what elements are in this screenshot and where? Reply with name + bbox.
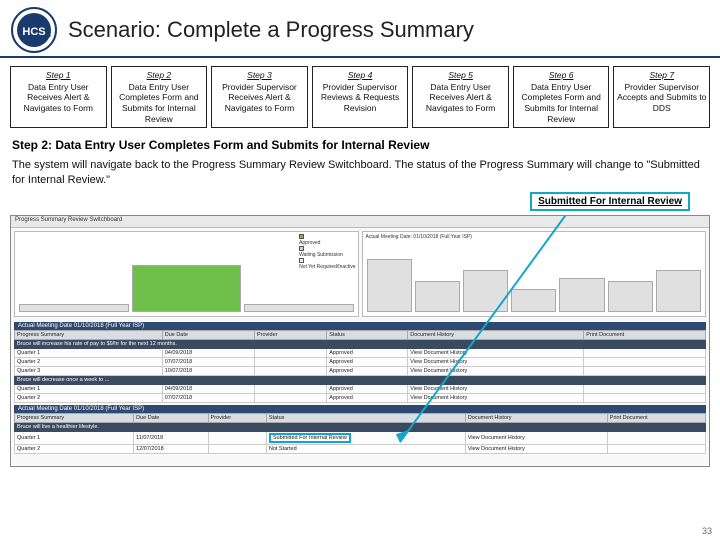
col-doc-history: Document History xyxy=(408,330,584,339)
meeting-band-2: Actual Meeting Date 01/10/2018 (Full Yea… xyxy=(14,405,706,413)
switchboard-screenshot: Progress Summary Review Switchboard Appr… xyxy=(10,215,710,467)
callout-box: Submitted For Internal Review xyxy=(530,192,690,211)
step-6-title: Step 6 xyxy=(516,70,607,81)
table-row: Quarter 1 04/09/2018 Approved View Docum… xyxy=(15,348,706,357)
goal-row: Bruce will decrease once a week to ... xyxy=(15,375,706,384)
step-2-title: Step 2 xyxy=(114,70,205,81)
step-3: Step 3 Provider Supervisor Receives Aler… xyxy=(211,66,308,128)
step-6-desc: Data Entry User Completes Form and Submi… xyxy=(521,82,600,124)
step-5-title: Step 5 xyxy=(415,70,506,81)
body-text: The system will navigate back to the Pro… xyxy=(0,158,720,192)
callout-row: Submitted For Internal Review xyxy=(0,192,720,213)
step-3-title: Step 3 xyxy=(214,70,305,81)
bar xyxy=(463,270,508,312)
hcsis-logo: HCS is xyxy=(10,6,58,54)
table-row: Quarter 1 11/07/2018 Submitted For Inter… xyxy=(15,431,706,444)
step-6: Step 6 Data Entry User Completes Form an… xyxy=(513,66,610,128)
bar xyxy=(19,304,129,312)
table-header-row: Progress Summary Due Date Provider Statu… xyxy=(15,330,706,339)
page-number: 33 xyxy=(702,526,712,536)
section-heading: Step 2: Data Entry User Completes Form a… xyxy=(0,134,720,158)
bar xyxy=(608,281,653,311)
table-row: Quarter 2 07/07/2018 Approved View Docum… xyxy=(15,357,706,366)
step-2-desc: Data Entry User Completes Form and Submi… xyxy=(119,82,198,124)
table-row: Quarter 2 12/07/2018 Not Started View Do… xyxy=(15,444,706,453)
bar xyxy=(244,304,354,312)
step-4-title: Step 4 xyxy=(315,70,406,81)
step-1-desc: Data Entry User Receives Alert & Navigat… xyxy=(24,82,93,113)
step-1: Step 1 Data Entry User Receives Alert & … xyxy=(10,66,107,128)
goal-row: Bruce will increase his rate of pay to $… xyxy=(15,339,706,348)
svg-text:HCS: HCS xyxy=(22,26,45,38)
col-provider: Provider xyxy=(254,330,326,339)
progress-table-2: Progress Summary Due Date Provider Statu… xyxy=(14,413,706,454)
page-title: Scenario: Complete a Progress Summary xyxy=(68,17,474,43)
bar-green xyxy=(132,265,242,312)
step-5-desc: Data Entry User Receives Alert & Navigat… xyxy=(426,82,495,113)
chart-panel-right: Actual Meeting Date: 01/10/2018 (Full Ye… xyxy=(362,231,707,317)
step-7-desc: Provider Supervisor Accepts and Submits … xyxy=(617,82,706,113)
table-row: Quarter 2 07/07/2018 Approved View Docum… xyxy=(15,393,706,402)
steps-row: Step 1 Data Entry User Receives Alert & … xyxy=(0,58,720,134)
col-print: Print Document xyxy=(584,330,706,339)
screenshot-window-title: Progress Summary Review Switchboard xyxy=(11,216,709,228)
goal-row: Bruce will live a healthier lifestyle. xyxy=(15,422,706,431)
chart-legend: Approved Waiting Submission Not Yet Requ… xyxy=(299,234,355,270)
step-7: Step 7 Provider Supervisor Accepts and S… xyxy=(613,66,710,128)
status-highlight: Submitted For Internal Review xyxy=(269,433,351,443)
step-5: Step 5 Data Entry User Receives Alert & … xyxy=(412,66,509,128)
progress-table-1: Progress Summary Due Date Provider Statu… xyxy=(14,330,706,403)
table-row: Quarter 1 04/09/2018 Approved View Docum… xyxy=(15,384,706,393)
col-progress-summary: Progress Summary xyxy=(15,330,163,339)
bar xyxy=(511,289,556,312)
bar xyxy=(559,278,604,312)
bar xyxy=(367,259,412,312)
step-4: Step 4 Provider Supervisor Reviews & Req… xyxy=(312,66,409,128)
chart-panel-left: Approved Waiting Submission Not Yet Requ… xyxy=(14,231,359,317)
step-1-title: Step 1 xyxy=(13,70,104,81)
meeting-band-1: Actual Meeting Date 01/10/2018 (Full Yea… xyxy=(14,322,706,330)
chart-panels: Approved Waiting Submission Not Yet Requ… xyxy=(11,228,709,320)
step-2: Step 2 Data Entry User Completes Form an… xyxy=(111,66,208,128)
svg-text:is: is xyxy=(45,29,52,39)
status-highlighted-cell: Submitted For Internal Review xyxy=(266,431,465,444)
step-7-title: Step 7 xyxy=(616,70,707,81)
slide-header: HCS is Scenario: Complete a Progress Sum… xyxy=(0,0,720,58)
bar xyxy=(415,281,460,311)
col-due-date: Due Date xyxy=(162,330,254,339)
step-3-desc: Provider Supervisor Receives Alert & Nav… xyxy=(222,82,297,113)
step-4-desc: Provider Supervisor Reviews & Requests R… xyxy=(321,82,399,113)
table-header-row: Progress Summary Due Date Provider Statu… xyxy=(15,413,706,422)
bar xyxy=(656,270,701,312)
col-status: Status xyxy=(327,330,408,339)
table-row: Quarter 3 10/07/2018 Approved View Docum… xyxy=(15,366,706,375)
